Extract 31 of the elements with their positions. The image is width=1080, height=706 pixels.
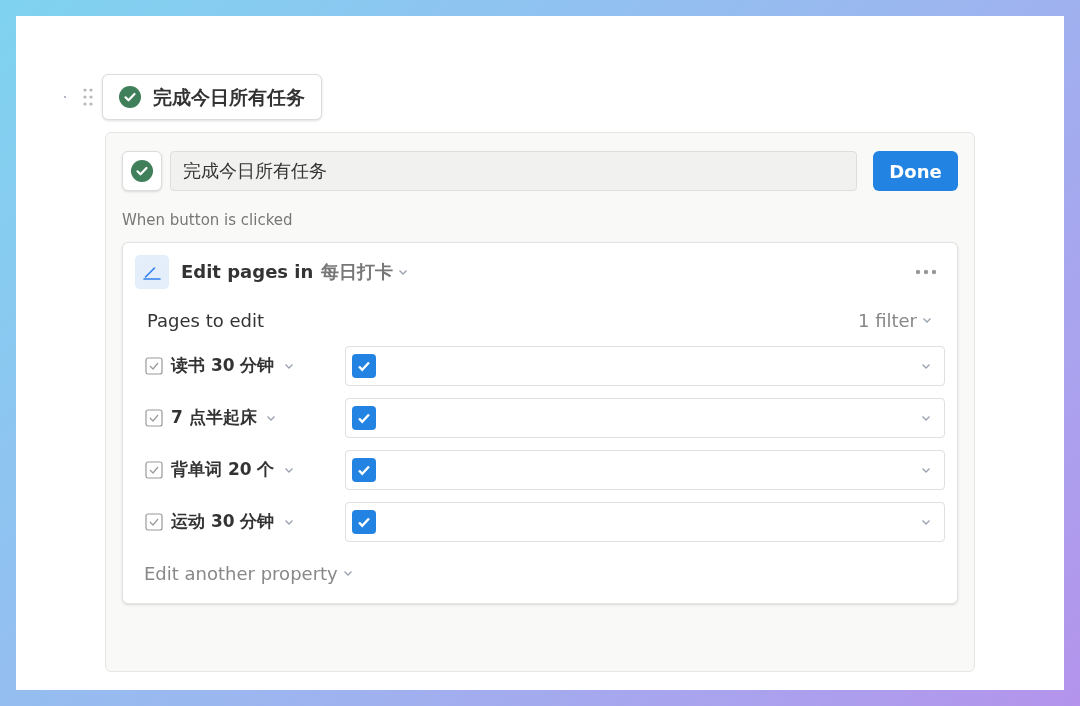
checkbox-property-icon	[145, 512, 163, 531]
checkbox[interactable]	[352, 353, 376, 378]
pencil-icon	[135, 254, 169, 289]
done-button[interactable]: Done	[873, 151, 958, 191]
database-picker[interactable]: 每日打卡	[321, 258, 410, 285]
property-selector[interactable]: 运动 30 分钟	[135, 508, 345, 535]
value-dropdown[interactable]	[345, 397, 945, 438]
value-dropdown[interactable]	[345, 501, 945, 542]
icon-picker-button[interactable]	[122, 151, 162, 191]
edit-another-property-button[interactable]: Edit another property	[144, 559, 354, 587]
filter-dropdown[interactable]: 1 filter	[857, 306, 933, 334]
checkbox-property-icon	[145, 356, 163, 375]
check-circle-icon	[131, 160, 153, 182]
trigger-label: When button is clicked	[122, 210, 294, 231]
drag-handle-icon[interactable]	[82, 87, 94, 107]
more-icon[interactable]	[915, 268, 937, 275]
button-name-field[interactable]: 完成今日所有任务	[170, 151, 857, 191]
task-button[interactable]: 完成今日所有任务	[102, 74, 322, 120]
checkbox[interactable]	[352, 457, 376, 482]
value-dropdown[interactable]	[345, 449, 945, 490]
checkbox-property-icon	[145, 460, 163, 479]
action-title: Edit pages in	[181, 260, 314, 284]
property-selector[interactable]: 读书 30 分钟	[135, 352, 345, 379]
checkbox-property-icon	[145, 408, 163, 427]
value-dropdown[interactable]	[345, 345, 945, 386]
property-selector[interactable]: 7 点半起床	[135, 404, 345, 431]
check-circle-icon	[119, 86, 141, 108]
pages-label: Pages to edit	[147, 308, 265, 333]
checkbox[interactable]	[352, 405, 376, 430]
checkbox[interactable]	[352, 509, 376, 534]
property-selector[interactable]: 背单词 20 个	[135, 456, 345, 483]
